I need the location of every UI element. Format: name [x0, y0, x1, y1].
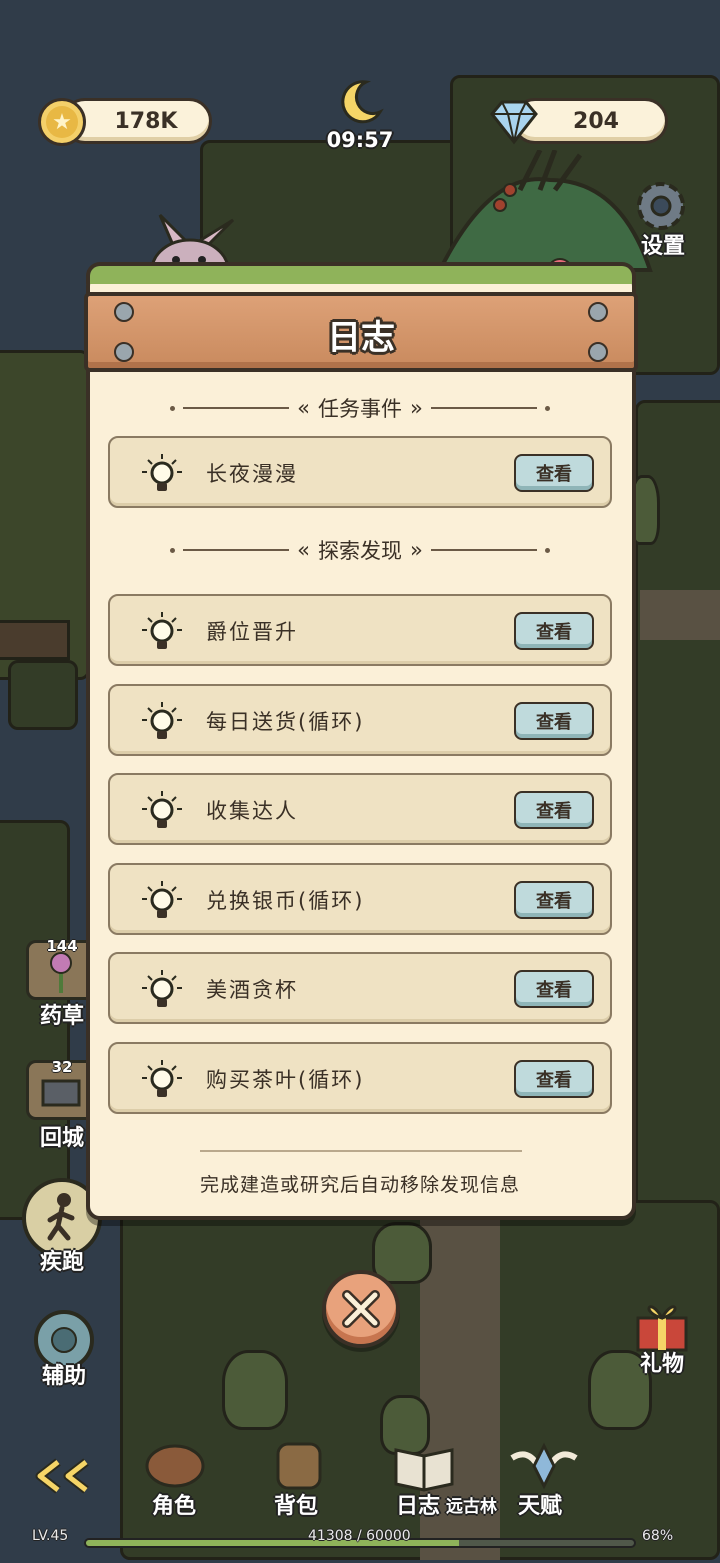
- journal-entry-discovery[interactable]: 美酒贪杯 查看: [108, 952, 612, 1024]
- journal-entry-discovery[interactable]: 爵位晋升 查看: [108, 594, 612, 666]
- section-header-discoveries: « 探索发现 »: [170, 535, 550, 565]
- role-button[interactable]: [140, 1436, 210, 1492]
- log-label: 日志: [396, 1494, 441, 1519]
- experience-value: 41308 / 60000: [308, 1528, 411, 1544]
- view-button[interactable]: 查看: [514, 970, 594, 1008]
- entry-label: 爵位晋升: [206, 620, 298, 644]
- journal-title: 日志: [327, 318, 395, 358]
- view-button[interactable]: 查看: [514, 454, 594, 492]
- view-button[interactable]: 查看: [514, 1060, 594, 1098]
- role-label: 角色: [152, 1494, 197, 1519]
- gift-label: 礼物: [639, 1352, 684, 1377]
- lightbulb-icon: [142, 791, 182, 828]
- experience-percent: 68%: [642, 1528, 674, 1544]
- journal-title-plank: 日志: [84, 292, 638, 372]
- section-title-tasks: 任务事件: [318, 397, 402, 421]
- footer-divider: [200, 1150, 522, 1152]
- close-button[interactable]: [322, 1270, 400, 1348]
- return-count: 32: [51, 1058, 73, 1076]
- entry-label: 每日送货(循环): [206, 710, 365, 734]
- coin-icon: ★: [38, 98, 86, 146]
- moon-icon: [341, 80, 384, 124]
- diamond-icon: [490, 100, 538, 145]
- backpack-icon: [276, 1442, 322, 1490]
- view-button[interactable]: 查看: [514, 612, 594, 650]
- journal-entry-task[interactable]: 长夜漫漫 查看: [108, 436, 612, 508]
- herb-label: 药草: [39, 1004, 84, 1029]
- herb-count: 144: [46, 937, 78, 955]
- lightbulb-icon: [142, 881, 182, 918]
- lightbulb-icon: [142, 702, 182, 739]
- assist-label: 辅助: [41, 1364, 86, 1389]
- run-label: 疾跑: [39, 1250, 84, 1275]
- view-button[interactable]: 查看: [514, 702, 594, 740]
- entry-label: 收集达人: [206, 799, 298, 823]
- log-area-label: 远古林: [446, 1497, 497, 1517]
- coin-value: 178K: [114, 108, 178, 134]
- gem-value: 204: [573, 108, 619, 134]
- talent-label: 天赋: [518, 1494, 563, 1519]
- entry-label: 美酒贪杯: [206, 978, 298, 1002]
- return-label: 回城: [39, 1126, 84, 1151]
- open-book-icon: [394, 1448, 454, 1492]
- journal-entry-discovery[interactable]: 每日送货(循环) 查看: [108, 684, 612, 756]
- collapse-arrow-button[interactable]: [30, 1458, 92, 1494]
- lightbulb-icon: [142, 612, 182, 649]
- section-title-discoveries: 探索发现: [318, 539, 402, 563]
- lightbulb-icon: [142, 970, 182, 1007]
- lightbulb-icon: [142, 454, 182, 491]
- entry-label: 兑换银币(循环): [206, 889, 365, 913]
- close-icon: [342, 1290, 380, 1328]
- journal-entry-discovery[interactable]: 收集达人 查看: [108, 773, 612, 845]
- lightbulb-icon: [142, 1060, 182, 1097]
- talent-button[interactable]: [508, 1440, 580, 1492]
- view-button[interactable]: 查看: [514, 791, 594, 829]
- game-clock: 09:57: [326, 128, 394, 152]
- level-label: LV.45: [32, 1528, 69, 1544]
- entry-label: 购买茶叶(循环): [206, 1068, 365, 1092]
- chevron-left-icon: «: [297, 538, 310, 562]
- bag-button[interactable]: [268, 1436, 330, 1492]
- double-chevron-left-icon: [35, 1458, 89, 1494]
- winged-gem-icon: [510, 1442, 578, 1490]
- bag-label: 背包: [274, 1494, 319, 1519]
- gear-icon: [637, 182, 685, 230]
- journal-entry-discovery[interactable]: 购买茶叶(循环) 查看: [108, 1042, 612, 1114]
- view-button[interactable]: 查看: [514, 881, 594, 919]
- journal-footer-note: 完成建造或研究后自动移除发现信息: [199, 1174, 520, 1196]
- log-button[interactable]: [392, 1440, 456, 1492]
- character-hat-icon: [145, 1444, 205, 1488]
- section-header-tasks: « 任务事件 »: [170, 393, 550, 423]
- modal-grass-trim: [86, 262, 636, 284]
- chevron-right-icon: »: [410, 538, 423, 562]
- chevron-right-icon: »: [410, 396, 423, 420]
- settings-label: 设置: [640, 234, 685, 259]
- entry-label: 长夜漫漫: [206, 462, 298, 486]
- chevron-left-icon: «: [297, 396, 310, 420]
- journal-entry-discovery[interactable]: 兑换银币(循环) 查看: [108, 863, 612, 935]
